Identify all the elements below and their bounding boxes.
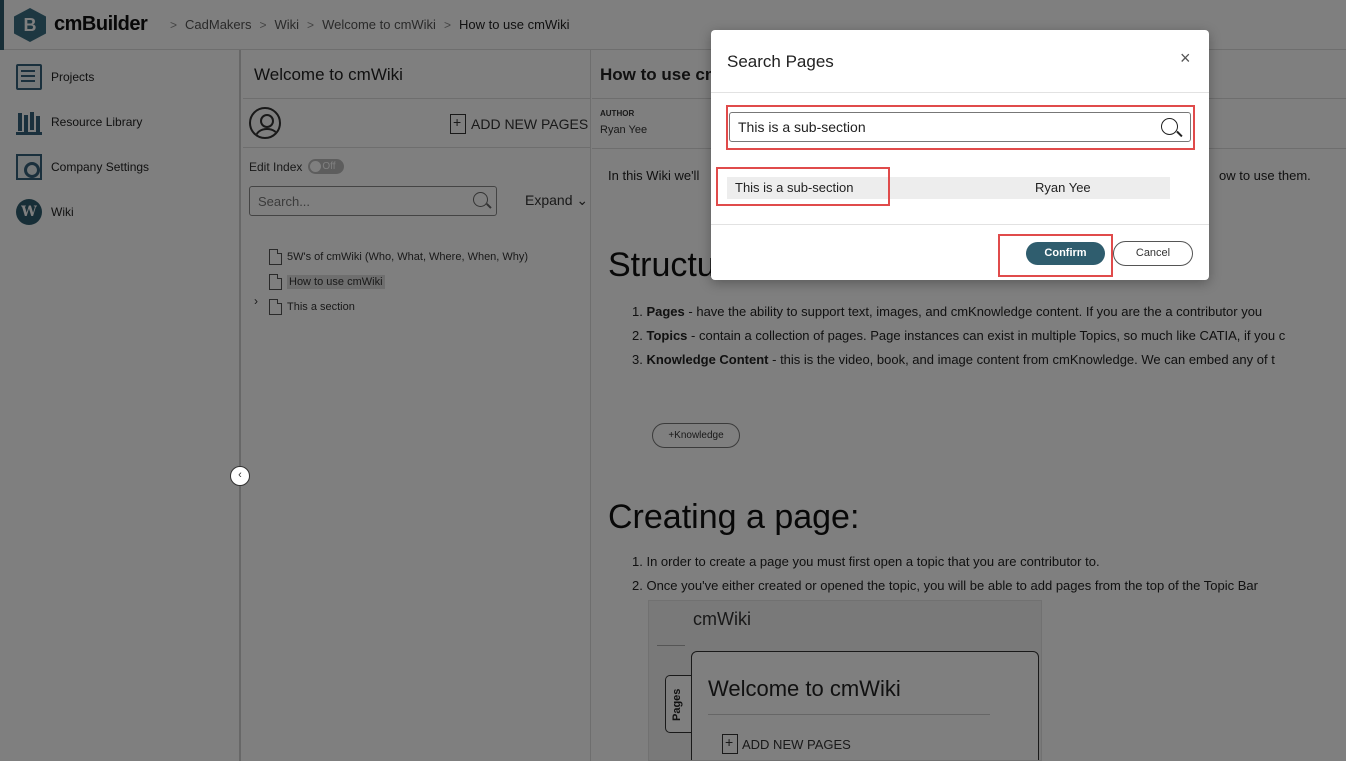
highlight-box [726, 105, 1195, 150]
modal-title: Search Pages [727, 52, 834, 71]
highlight-box [998, 234, 1113, 277]
close-icon[interactable]: × [1180, 48, 1191, 68]
result-author: Ryan Yee [1035, 180, 1091, 195]
divider [711, 92, 1209, 93]
highlight-box [716, 167, 890, 206]
divider [711, 224, 1209, 225]
cancel-button[interactable]: Cancel [1113, 241, 1193, 266]
search-pages-modal: Search Pages × This is a sub-section Thi… [711, 30, 1209, 280]
collapse-sidebar-icon[interactable]: ‹ [230, 466, 250, 486]
